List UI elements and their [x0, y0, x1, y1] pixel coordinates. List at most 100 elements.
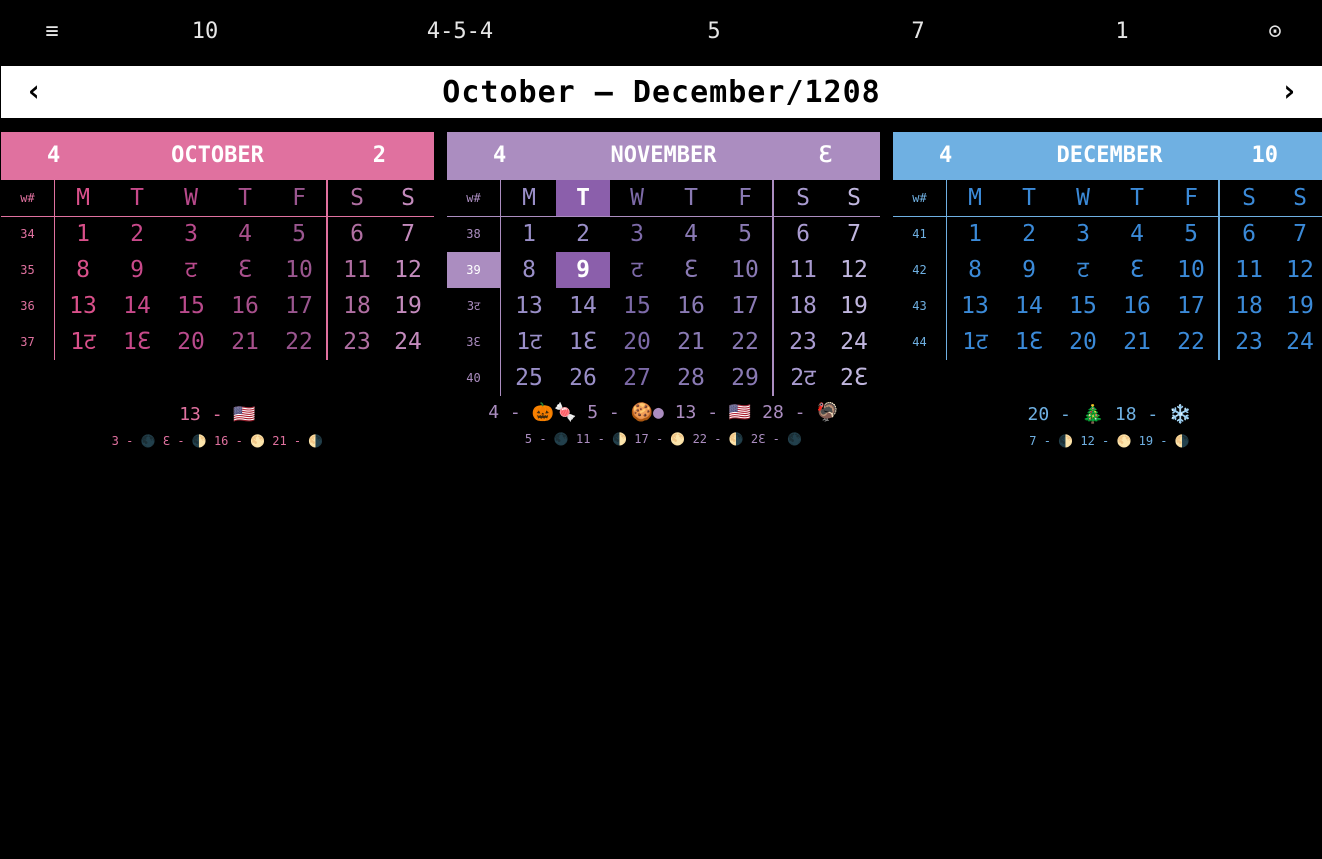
day-cell[interactable]: 14 — [1002, 288, 1056, 324]
days-left-value[interactable]: 10 — [192, 17, 219, 47]
week-number[interactable]: 41 — [893, 216, 946, 252]
week-number[interactable]: 35 — [1, 252, 54, 288]
day-cell[interactable]: 7 — [827, 216, 881, 252]
target-icon[interactable]: ⊙ — [1268, 17, 1281, 47]
day-cell[interactable]: 10 — [1164, 252, 1218, 288]
day-cell[interactable]: 8 — [56, 252, 110, 288]
week-number[interactable]: 39 — [447, 252, 500, 288]
day-cell[interactable]: 24 — [381, 324, 435, 360]
week-count-5[interactable]: 5 — [707, 17, 720, 47]
day-cell[interactable]: 22 — [718, 324, 772, 360]
day-cell[interactable]: 18 — [776, 288, 830, 324]
day-cell[interactable]: 15 — [610, 288, 664, 324]
day-cell[interactable]: 8 — [502, 252, 556, 288]
day-cell[interactable]: 12 — [381, 252, 435, 288]
day-cell[interactable]: 20 — [164, 324, 218, 360]
week-number[interactable]: 36 — [1, 288, 54, 324]
day-cell[interactable]: 25 — [502, 360, 556, 396]
day-cell[interactable]: 18 — [1222, 288, 1276, 324]
day-cell[interactable]: 12 — [1273, 252, 1322, 288]
day-cell[interactable]: 1ℇ — [110, 324, 164, 360]
day-cell[interactable]: 24 — [827, 324, 881, 360]
day-cell[interactable]: 1ट — [502, 324, 556, 360]
day-cell[interactable]: 2 — [556, 216, 610, 252]
day-cell[interactable]: 24 — [1273, 324, 1322, 360]
week-count-1[interactable]: 1 — [1115, 17, 1128, 47]
day-cell[interactable]: 29 — [718, 360, 772, 396]
day-cell[interactable]: 14 — [110, 288, 164, 324]
day-cell[interactable]: 16 — [1110, 288, 1164, 324]
day-cell[interactable]: 17 — [718, 288, 772, 324]
day-cell[interactable]: 16 — [664, 288, 718, 324]
day-cell[interactable]: 1ℇ — [1002, 324, 1056, 360]
day-cell[interactable]: 22 — [1164, 324, 1218, 360]
month-header[interactable]: 4 DECEMBER 10 — [893, 132, 1322, 180]
day-cell[interactable]: 26 — [556, 360, 610, 396]
day-cell[interactable]: 13 — [502, 288, 556, 324]
day-cell[interactable]: 21 — [1110, 324, 1164, 360]
day-cell[interactable]: 11 — [330, 252, 384, 288]
week-number[interactable]: 38 — [447, 216, 500, 252]
day-cell[interactable]: 4 — [218, 216, 272, 252]
day-cell[interactable]: 17 — [1164, 288, 1218, 324]
day-cell[interactable]: 6 — [330, 216, 384, 252]
day-cell[interactable]: 5 — [1164, 216, 1218, 252]
menu-icon[interactable]: ≡ — [45, 17, 58, 47]
day-cell[interactable]: 2ट — [776, 360, 830, 396]
day-cell[interactable]: 4 — [664, 216, 718, 252]
week-number[interactable]: 37 — [1, 324, 54, 360]
week-pattern[interactable]: 4-5-4 — [427, 17, 493, 47]
day-cell[interactable]: 1 — [948, 216, 1002, 252]
day-cell[interactable]: 19 — [381, 288, 435, 324]
week-number[interactable]: 3ट — [447, 288, 500, 324]
week-number[interactable]: 34 — [1, 216, 54, 252]
day-cell[interactable]: ℇ — [1110, 252, 1164, 288]
day-cell[interactable]: 6 — [776, 216, 830, 252]
day-cell[interactable]: ट — [1056, 252, 1110, 288]
day-cell[interactable]: 23 — [776, 324, 830, 360]
day-cell[interactable]: 1 — [56, 216, 110, 252]
day-cell[interactable]: 1ट — [56, 324, 110, 360]
day-cell[interactable]: 5 — [718, 216, 772, 252]
week-count-7[interactable]: 7 — [911, 17, 924, 47]
next-button[interactable]: › — [1280, 74, 1298, 109]
day-cell[interactable]: 22 — [272, 324, 326, 360]
day-cell[interactable]: 15 — [164, 288, 218, 324]
week-number[interactable]: 3ℇ — [447, 324, 500, 360]
day-cell[interactable]: ट — [164, 252, 218, 288]
day-cell[interactable]: 14 — [556, 288, 610, 324]
day-cell[interactable]: 19 — [827, 288, 881, 324]
month-header[interactable]: 4 OCTOBER 2 — [1, 132, 434, 180]
day-cell[interactable]: ट — [610, 252, 664, 288]
day-cell[interactable]: 7 — [381, 216, 435, 252]
day-cell[interactable]: 2 — [1002, 216, 1056, 252]
week-number[interactable]: 44 — [893, 324, 946, 360]
day-cell[interactable]: 16 — [218, 288, 272, 324]
day-cell[interactable]: 7 — [1273, 216, 1322, 252]
day-cell[interactable]: 8 — [948, 252, 1002, 288]
day-cell[interactable]: 20 — [1056, 324, 1110, 360]
day-cell[interactable]: 6 — [1222, 216, 1276, 252]
day-cell[interactable]: 2 — [110, 216, 164, 252]
day-cell[interactable]: 21 — [218, 324, 272, 360]
day-cell[interactable]: 1ℇ — [556, 324, 610, 360]
day-cell[interactable]: 11 — [1222, 252, 1276, 288]
week-number[interactable]: 43 — [893, 288, 946, 324]
day-cell[interactable]: 3 — [164, 216, 218, 252]
month-header[interactable]: 4 NOVEMBER ℇ — [447, 132, 880, 180]
day-cell[interactable]: 13 — [56, 288, 110, 324]
day-cell[interactable]: 10 — [718, 252, 772, 288]
day-cell[interactable]: 9 — [556, 252, 610, 288]
day-cell[interactable]: 3 — [1056, 216, 1110, 252]
day-cell[interactable]: 4 — [1110, 216, 1164, 252]
day-cell[interactable]: 19 — [1273, 288, 1322, 324]
day-cell[interactable]: 11 — [776, 252, 830, 288]
week-number[interactable]: 42 — [893, 252, 946, 288]
day-cell[interactable]: 18 — [330, 288, 384, 324]
day-cell[interactable]: 9 — [1002, 252, 1056, 288]
week-number[interactable]: 40 — [447, 360, 500, 396]
day-cell[interactable]: ℇ — [218, 252, 272, 288]
day-cell[interactable]: 23 — [1222, 324, 1276, 360]
day-cell[interactable]: 20 — [610, 324, 664, 360]
day-cell[interactable]: 17 — [272, 288, 326, 324]
